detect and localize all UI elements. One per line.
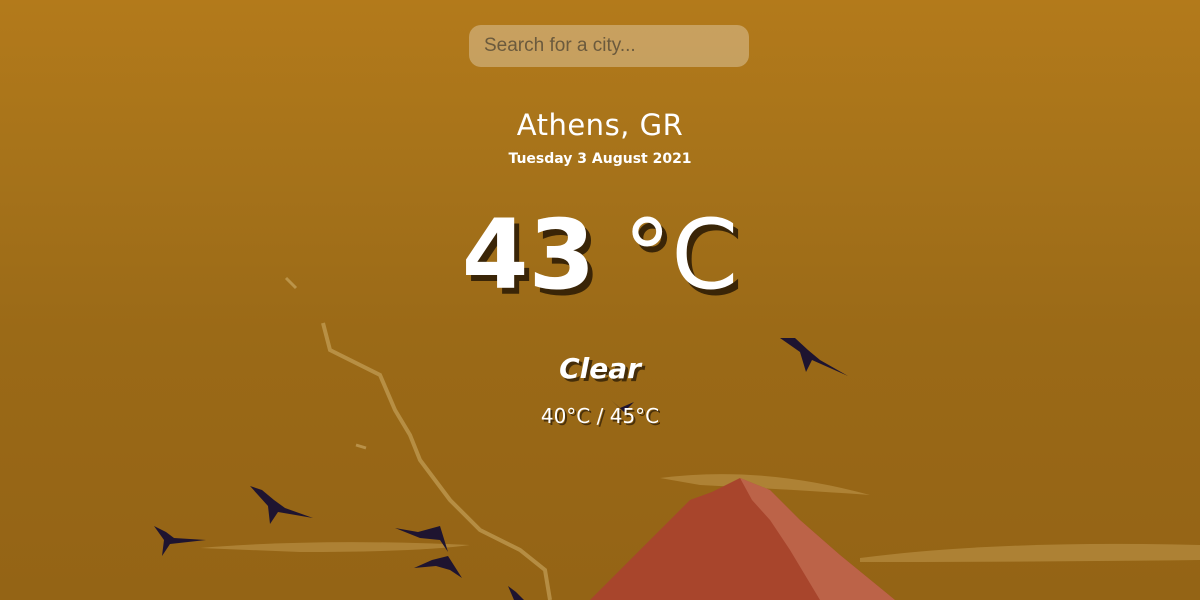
weather-app: Athens, GR Tuesday 3 August 2021 43°C Cl… <box>0 0 1200 600</box>
location-name: Athens, GR <box>516 108 684 142</box>
search-input[interactable] <box>469 25 749 67</box>
temperature-range: 40°C / 45°C <box>540 404 660 428</box>
temperature-value: 43 <box>461 199 596 311</box>
current-date: Tuesday 3 August 2021 <box>508 151 692 167</box>
search-bar <box>469 25 749 67</box>
temperature-unit: °C <box>623 199 739 311</box>
weather-condition: Clear <box>559 352 641 385</box>
temperature-display: 43 °C <box>0 200 1200 310</box>
